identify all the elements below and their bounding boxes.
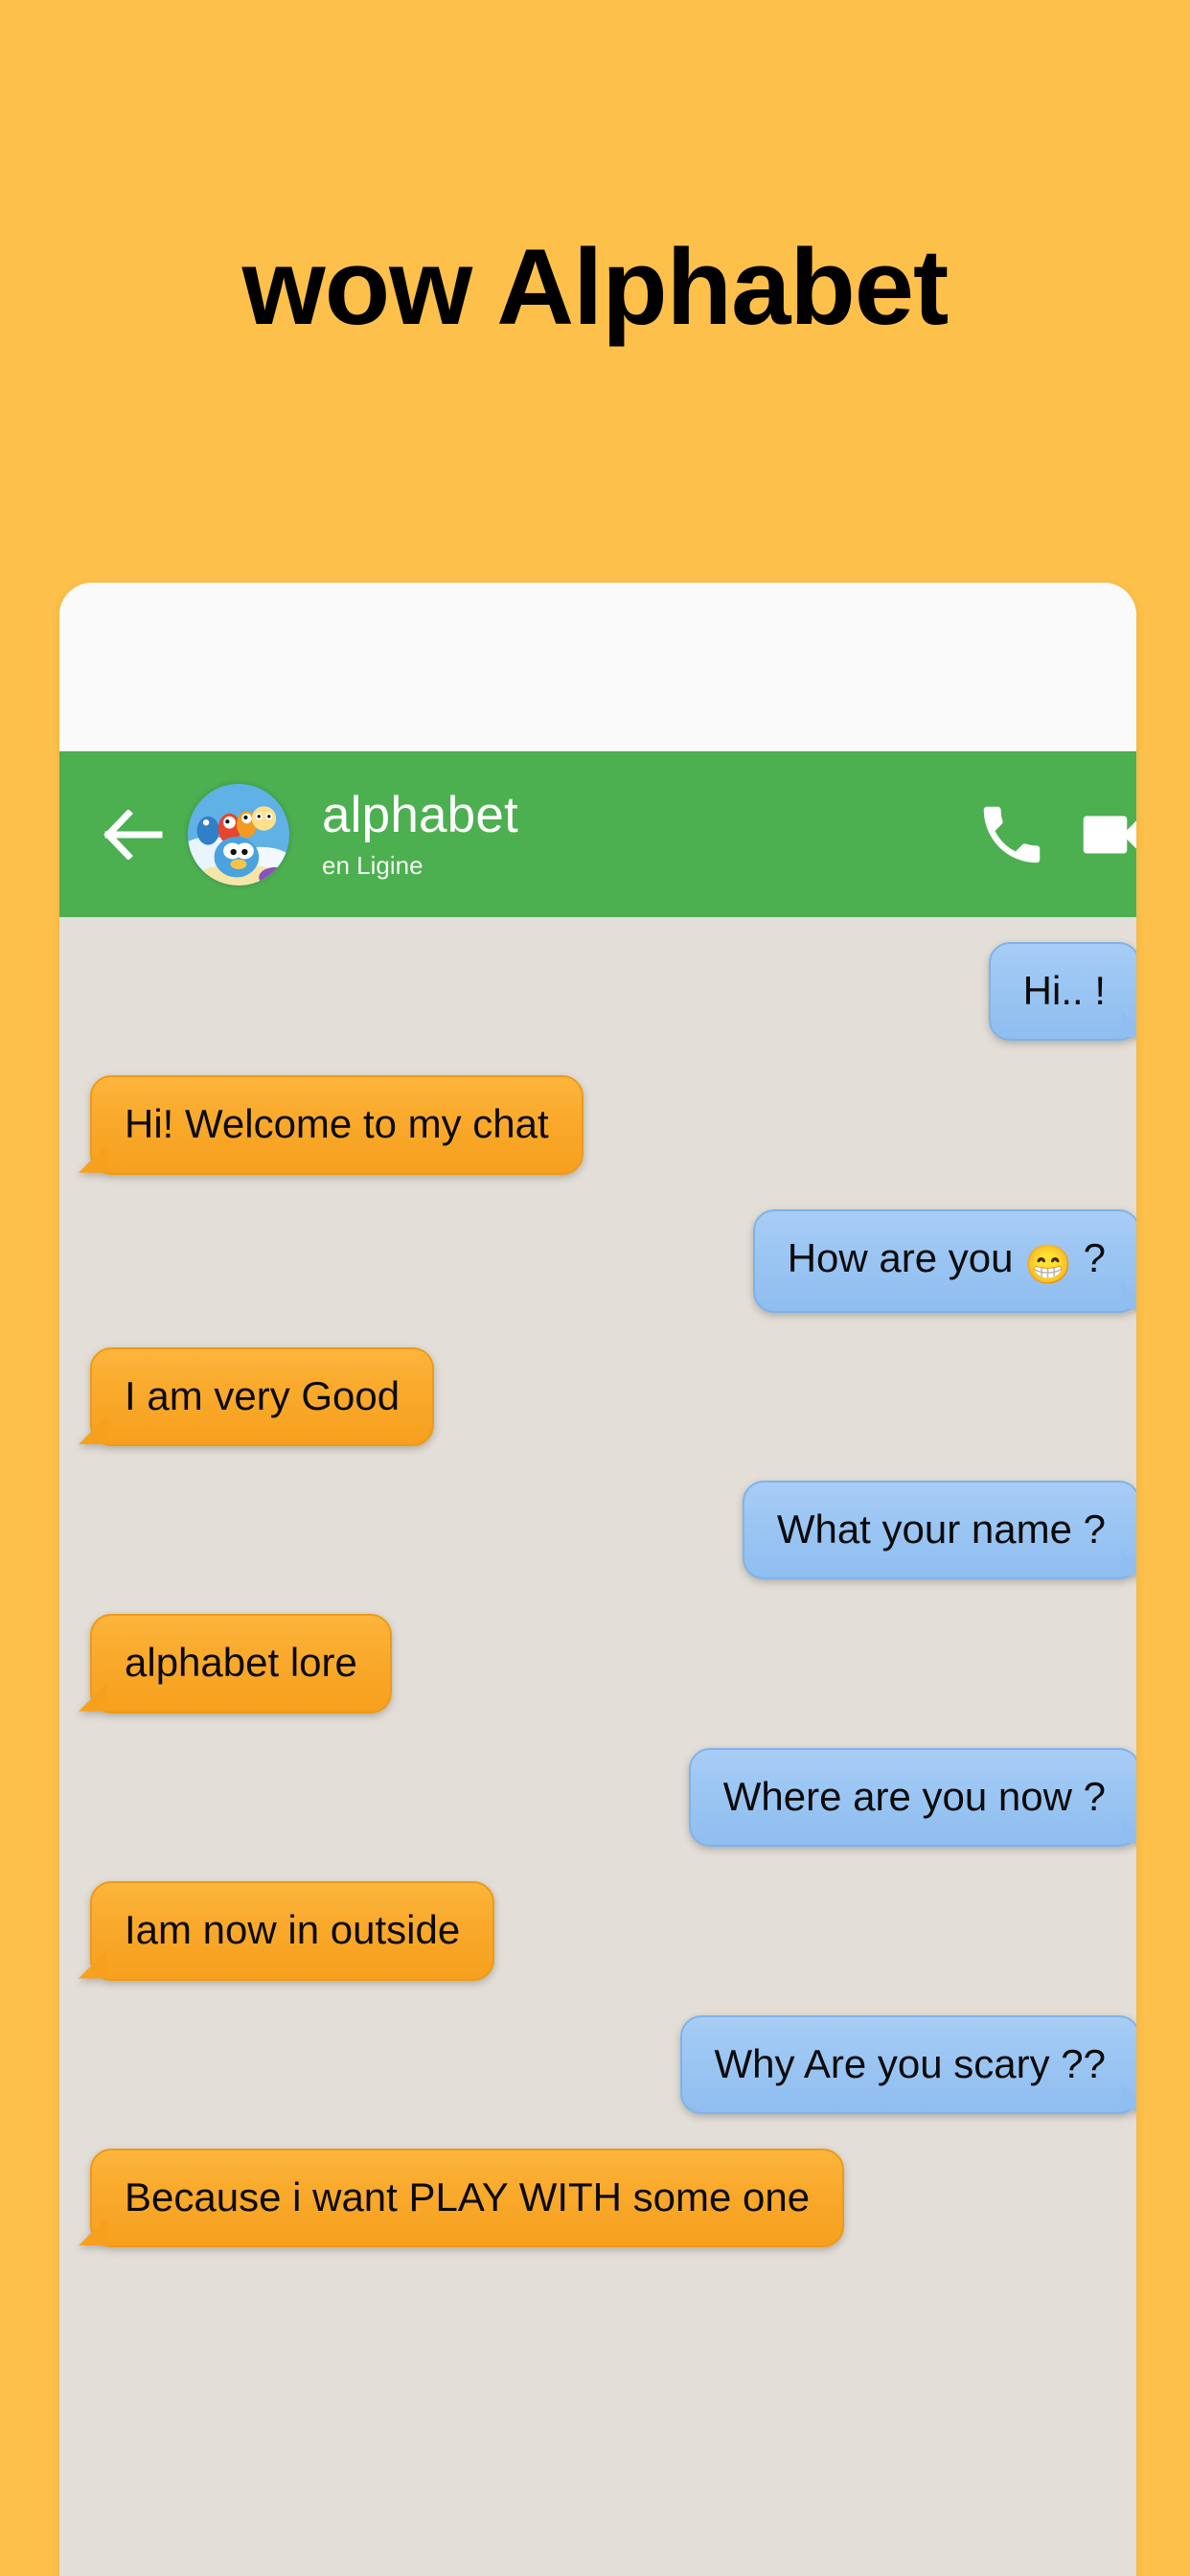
video-camera-icon [1074, 797, 1136, 872]
message-row: Hi.. ! [59, 942, 1136, 1042]
page-title: wow Alphabet [241, 227, 950, 347]
hero-banner: wow Alphabet [0, 0, 1190, 575]
message-text: How are you [787, 1234, 1014, 1280]
message-bubble-incoming[interactable]: Iam now in outside [90, 1881, 495, 1981]
contact-info[interactable]: alphabet en Ligine [322, 788, 962, 880]
message-text-suffix: ? [1083, 1234, 1106, 1280]
message-text: Iam now in outside [125, 1907, 461, 1953]
message-row: How are you 😁 ? [59, 1208, 1136, 1313]
status-bar-area [59, 583, 1136, 751]
message-row: What your name ? [59, 1481, 1136, 1580]
message-row: Where are you now ? [59, 1747, 1136, 1848]
grinning-face-emoji: 😁 [1024, 1243, 1072, 1286]
phone-screenshot-card: alphabet en Ligine Hi.. ! Hi! Welcome to… [59, 583, 1136, 2576]
contact-status: en Ligine [322, 850, 423, 880]
back-arrow-icon [103, 809, 163, 860]
call-button[interactable] [962, 785, 1062, 885]
contact-name: alphabet [322, 787, 518, 844]
avatar-artwork-icon [188, 783, 289, 886]
chat-messages-list[interactable]: Hi.. ! Hi! Welcome to my chat How are yo… [59, 917, 1136, 2576]
message-row: alphabet lore [59, 1614, 1136, 1714]
back-button[interactable] [100, 801, 167, 868]
message-bubble-outgoing[interactable]: What your name ? [742, 1481, 1136, 1580]
message-bubble-incoming[interactable]: Because i want PLAY WITH some one [90, 2148, 845, 2248]
message-bubble-outgoing[interactable]: How are you 😁 ? [752, 1208, 1136, 1313]
avatar[interactable] [188, 783, 289, 886]
message-bubble-incoming[interactable]: alphabet lore [90, 1614, 392, 1714]
message-row: I am very Good [59, 1346, 1136, 1447]
message-bubble-outgoing[interactable]: Where are you now ? [688, 1747, 1136, 1848]
message-text: Where are you now ? [722, 1773, 1106, 1819]
message-text: alphabet lore [125, 1640, 357, 1686]
message-row: Because i want PLAY WITH some one [59, 2148, 1136, 2248]
message-text: Because i want PLAY WITH some one [125, 2174, 811, 2220]
message-row: Iam now in outside [59, 1881, 1136, 1981]
appbar-actions [962, 785, 1136, 885]
message-text: Hi! Welcome to my chat [125, 1101, 549, 1147]
video-call-button[interactable] [1062, 785, 1136, 885]
message-text: Why Are you scary ?? [714, 2040, 1107, 2086]
chat-appbar: alphabet en Ligine [59, 751, 1136, 917]
message-bubble-outgoing[interactable]: Hi.. ! [988, 942, 1136, 1042]
message-row: Hi! Welcome to my chat [59, 1075, 1136, 1175]
message-text: What your name ? [776, 1506, 1106, 1552]
message-bubble-incoming[interactable]: I am very Good [90, 1346, 435, 1447]
message-row: Why Are you scary ?? [59, 2014, 1136, 2114]
message-text: Hi.. ! [1022, 968, 1106, 1013]
message-bubble-incoming[interactable]: Hi! Welcome to my chat [90, 1075, 584, 1175]
message-bubble-outgoing[interactable]: Why Are you scary ?? [679, 2014, 1136, 2114]
message-text: I am very Good [125, 1372, 400, 1418]
phone-icon [974, 797, 1049, 872]
